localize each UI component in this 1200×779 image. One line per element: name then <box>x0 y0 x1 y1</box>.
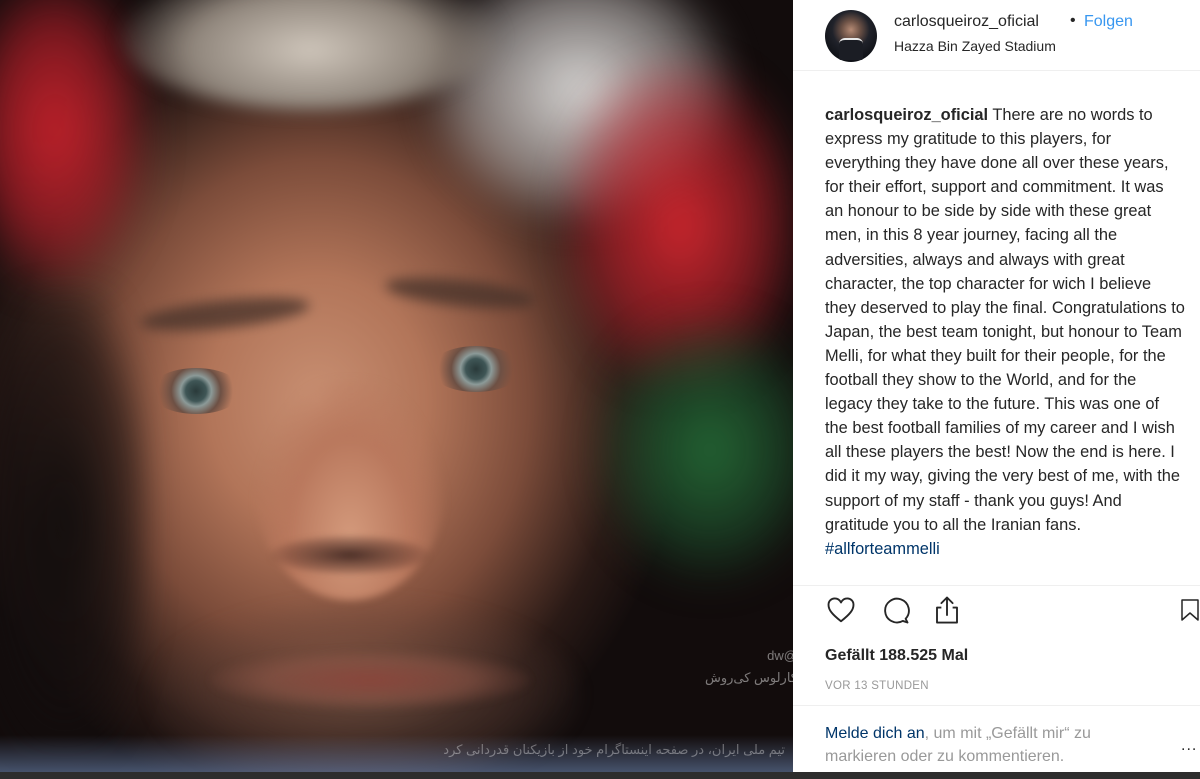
photo-watermark: @dw کارلوس کی‌روش <box>652 645 793 689</box>
share-button[interactable] <box>931 594 963 626</box>
follow-button[interactable]: Folgen <box>1084 13 1133 31</box>
mouth <box>210 650 530 710</box>
save-button[interactable] <box>1178 594 1200 626</box>
post-side-panel: carlosqueiroz_oficial • Folgen Hazza Bin… <box>793 0 1200 772</box>
username-link[interactable]: carlosqueiroz_oficial <box>894 13 1039 31</box>
nostrils <box>270 535 430 575</box>
shadow-left <box>0 290 150 750</box>
post-header: carlosqueiroz_oficial • Folgen Hazza Bin… <box>793 0 1200 71</box>
avatar-figure <box>839 38 863 60</box>
like-button[interactable] <box>825 594 857 626</box>
hashtag-link[interactable]: #allforteammelli <box>825 540 940 558</box>
likes-count[interactable]: Gefällt 188.525 Mal <box>825 647 968 665</box>
post-caption: carlosqueiroz_oficial There are no words… <box>825 103 1185 561</box>
eyebrow-right <box>384 272 536 314</box>
nose <box>255 380 445 600</box>
flag-blur-white <box>430 0 730 220</box>
comment-icon <box>884 597 910 624</box>
more-options-button[interactable]: ... <box>1181 737 1197 755</box>
share-icon <box>936 596 958 624</box>
flag-blur-red-right <box>560 60 793 390</box>
avatar[interactable] <box>825 10 877 62</box>
login-text: Melde dich an, um mit „Gefällt mir“ zu m… <box>825 722 1160 768</box>
eyebrow-left <box>139 291 311 337</box>
login-link[interactable]: Melde dich an <box>825 725 925 742</box>
post-photo[interactable]: @dw کارلوس کی‌روش تیم ملی ایران، در صفحه… <box>0 0 793 772</box>
eye-left <box>150 368 242 414</box>
action-bar <box>793 585 1200 631</box>
photo-overlay-caption: تیم ملی ایران، در صفحه اینستاگرام خود از… <box>443 742 785 757</box>
flag-blur-green <box>600 320 793 580</box>
caption-author-link[interactable]: carlosqueiroz_oficial <box>825 106 988 124</box>
heart-icon <box>827 597 855 623</box>
location-link[interactable]: Hazza Bin Zayed Stadium <box>894 38 1056 54</box>
login-prompt: Melde dich an, um mit „Gefällt mir“ zu m… <box>793 705 1200 772</box>
flag-blur-red-left <box>0 0 150 290</box>
window-bottom-edge <box>0 772 1200 779</box>
bookmark-icon <box>1181 599 1199 621</box>
hair <box>120 0 500 110</box>
separator-dot: • <box>1070 12 1076 29</box>
watermark-name: کارلوس کی‌روش <box>704 670 793 685</box>
caption-text: There are no words to express my gratitu… <box>825 106 1185 534</box>
eye-right <box>430 346 522 392</box>
post-timestamp[interactable]: VOR 13 STUNDEN <box>825 680 929 692</box>
comment-button[interactable] <box>879 594 911 626</box>
watermark-handle: @dw <box>767 648 793 663</box>
